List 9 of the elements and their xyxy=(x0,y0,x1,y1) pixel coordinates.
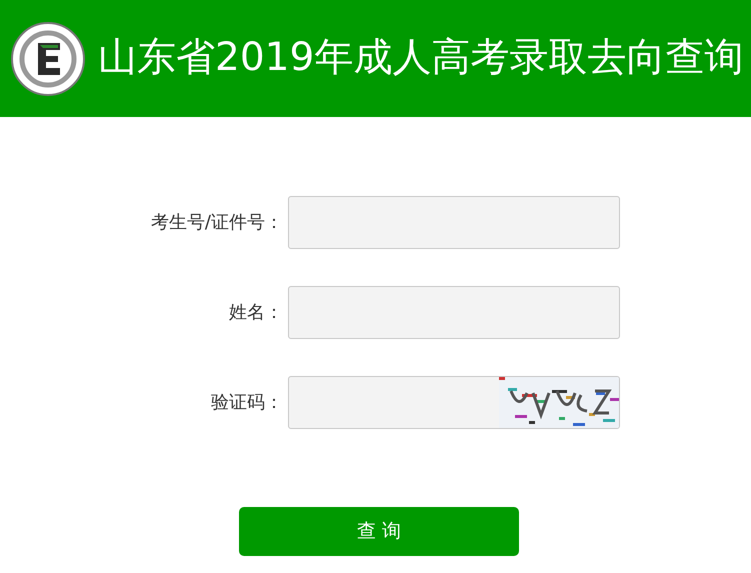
input-field[interactable] xyxy=(288,196,620,249)
input-field[interactable] xyxy=(288,286,620,339)
field-label: 姓名： xyxy=(228,301,283,325)
field-label: 验证码： xyxy=(210,391,283,415)
field-label: 考生号/证件号： xyxy=(150,211,283,235)
logo-icon xyxy=(10,20,86,96)
page-title: 山东省2019年成人高考录取去向查询 xyxy=(98,34,744,82)
captcha-field[interactable] xyxy=(288,376,620,429)
submit-button[interactable]: 查 询 xyxy=(239,507,519,556)
